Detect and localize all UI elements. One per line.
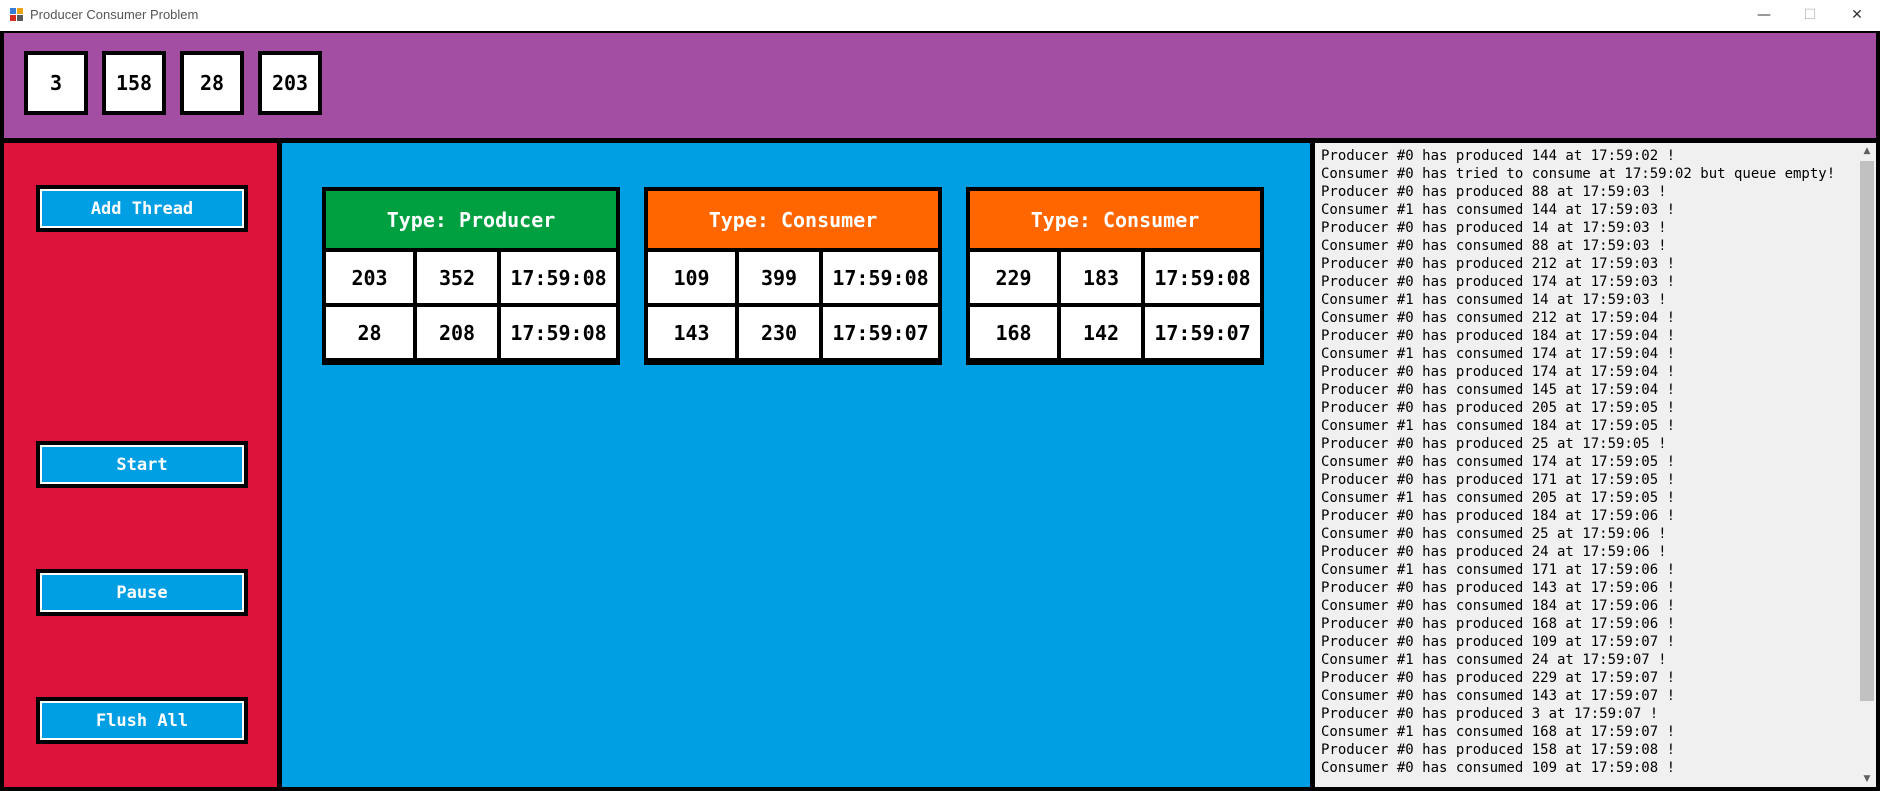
log-entry[interactable]: Producer #0 has consumed 145 at 17:59:04…	[1321, 381, 1851, 399]
log-entry[interactable]: Producer #0 has produced 143 at 17:59:06…	[1321, 579, 1851, 597]
scroll-down-icon[interactable]: ▼	[1858, 771, 1876, 787]
thread-cell: 17:59:08	[823, 252, 938, 303]
threads-panel: Type: Producer 203 352 17:59:08 28 208 1…	[282, 143, 1310, 787]
thread-cell: 203	[326, 252, 413, 303]
log-scrollbar[interactable]: ▲ ▼	[1858, 143, 1876, 787]
log-entry[interactable]: Producer #0 has produced 168 at 17:59:06…	[1321, 615, 1851, 633]
log-list: Producer #0 has produced 144 at 17:59:02…	[1321, 147, 1851, 777]
queue-item: 203	[258, 51, 322, 115]
log-entry[interactable]: Consumer #0 has consumed 109 at 17:59:08…	[1321, 759, 1851, 777]
thread-cell: 229	[970, 252, 1057, 303]
log-entry[interactable]: Consumer #1 has consumed 174 at 17:59:04…	[1321, 345, 1851, 363]
client-area: 3 158 28 203 Add Thread Start Pause Flus…	[0, 31, 1880, 791]
flush-all-button[interactable]: Flush All	[36, 697, 248, 744]
log-entry[interactable]: Consumer #1 has consumed 144 at 17:59:03…	[1321, 201, 1851, 219]
thread-type-header: Type: Consumer	[970, 191, 1260, 248]
log-entry[interactable]: Consumer #0 has consumed 212 at 17:59:04…	[1321, 309, 1851, 327]
thread-type-header: Type: Consumer	[648, 191, 938, 248]
control-panel: Add Thread Start Pause Flush All	[4, 143, 277, 787]
thread-cell: 28	[326, 307, 413, 358]
log-entry[interactable]: Producer #0 has produced 212 at 17:59:03…	[1321, 255, 1851, 273]
log-entry[interactable]: Consumer #1 has consumed 171 at 17:59:06…	[1321, 561, 1851, 579]
thread-card-consumer[interactable]: Type: Consumer 109 399 17:59:08 143 230 …	[644, 187, 942, 365]
window-title: Producer Consumer Problem	[30, 7, 199, 22]
thread-cell: 208	[417, 307, 497, 358]
title-bar: Producer Consumer Problem — ☐ ✕	[0, 0, 1880, 30]
log-entry[interactable]: Producer #0 has produced 171 at 17:59:05…	[1321, 471, 1851, 489]
log-entry[interactable]: Producer #0 has produced 205 at 17:59:05…	[1321, 399, 1851, 417]
thread-card-producer[interactable]: Type: Producer 203 352 17:59:08 28 208 1…	[322, 187, 620, 365]
thread-cell: 17:59:07	[1145, 307, 1260, 358]
thread-cell: 183	[1061, 252, 1141, 303]
thread-cell: 142	[1061, 307, 1141, 358]
log-entry[interactable]: Consumer #0 has tried to consume at 17:5…	[1321, 165, 1851, 183]
thread-card-consumer[interactable]: Type: Consumer 229 183 17:59:08 168 142 …	[966, 187, 1264, 365]
minimize-button[interactable]: —	[1741, 0, 1787, 30]
close-button[interactable]: ✕	[1834, 0, 1880, 30]
thread-cell: 17:59:08	[501, 252, 616, 303]
start-button[interactable]: Start	[36, 441, 248, 488]
app-icon	[10, 8, 24, 22]
log-entry[interactable]: Consumer #1 has consumed 168 at 17:59:07…	[1321, 723, 1851, 741]
thread-cell: 17:59:08	[501, 307, 616, 358]
add-thread-button[interactable]: Add Thread	[36, 185, 248, 232]
log-listbox[interactable]: Producer #0 has produced 144 at 17:59:02…	[1315, 143, 1876, 787]
log-entry[interactable]: Producer #0 has produced 184 at 17:59:06…	[1321, 507, 1851, 525]
log-entry[interactable]: Consumer #1 has consumed 184 at 17:59:05…	[1321, 417, 1851, 435]
log-entry[interactable]: Consumer #1 has consumed 24 at 17:59:07 …	[1321, 651, 1851, 669]
scroll-thumb[interactable]	[1860, 161, 1874, 701]
thread-cell: 399	[739, 252, 819, 303]
log-entry[interactable]: Consumer #0 has consumed 174 at 17:59:05…	[1321, 453, 1851, 471]
thread-cell: 17:59:07	[823, 307, 938, 358]
log-entry[interactable]: Producer #0 has produced 14 at 17:59:03 …	[1321, 219, 1851, 237]
pause-button[interactable]: Pause	[36, 569, 248, 616]
queue-panel: 3 158 28 203	[4, 33, 1876, 138]
log-entry[interactable]: Producer #0 has produced 3 at 17:59:07 !	[1321, 705, 1851, 723]
maximize-button[interactable]: ☐	[1787, 0, 1833, 30]
thread-type-header: Type: Producer	[326, 191, 616, 248]
thread-cell: 109	[648, 252, 735, 303]
thread-cell: 230	[739, 307, 819, 358]
log-entry[interactable]: Producer #0 has produced 184 at 17:59:04…	[1321, 327, 1851, 345]
log-entry[interactable]: Consumer #0 has consumed 143 at 17:59:07…	[1321, 687, 1851, 705]
log-entry[interactable]: Producer #0 has produced 88 at 17:59:03 …	[1321, 183, 1851, 201]
thread-cell: 17:59:08	[1145, 252, 1260, 303]
log-entry[interactable]: Producer #0 has produced 24 at 17:59:06 …	[1321, 543, 1851, 561]
log-entry[interactable]: Producer #0 has produced 144 at 17:59:02…	[1321, 147, 1851, 165]
thread-cell: 352	[417, 252, 497, 303]
queue-item: 3	[24, 51, 88, 115]
thread-cell: 168	[970, 307, 1057, 358]
queue-item: 28	[180, 51, 244, 115]
log-entry[interactable]: Consumer #1 has consumed 205 at 17:59:05…	[1321, 489, 1851, 507]
log-entry[interactable]: Producer #0 has produced 174 at 17:59:04…	[1321, 363, 1851, 381]
queue-item: 158	[102, 51, 166, 115]
thread-cell: 143	[648, 307, 735, 358]
log-entry[interactable]: Producer #0 has produced 174 at 17:59:03…	[1321, 273, 1851, 291]
log-entry[interactable]: Producer #0 has produced 158 at 17:59:08…	[1321, 741, 1851, 759]
log-entry[interactable]: Consumer #0 has consumed 184 at 17:59:06…	[1321, 597, 1851, 615]
log-entry[interactable]: Consumer #0 has consumed 88 at 17:59:03 …	[1321, 237, 1851, 255]
log-entry[interactable]: Producer #0 has produced 229 at 17:59:07…	[1321, 669, 1851, 687]
log-entry[interactable]: Producer #0 has produced 25 at 17:59:05 …	[1321, 435, 1851, 453]
log-entry[interactable]: Consumer #0 has consumed 25 at 17:59:06 …	[1321, 525, 1851, 543]
scroll-up-icon[interactable]: ▲	[1858, 143, 1876, 159]
log-entry[interactable]: Producer #0 has produced 109 at 17:59:07…	[1321, 633, 1851, 651]
log-entry[interactable]: Consumer #1 has consumed 14 at 17:59:03 …	[1321, 291, 1851, 309]
